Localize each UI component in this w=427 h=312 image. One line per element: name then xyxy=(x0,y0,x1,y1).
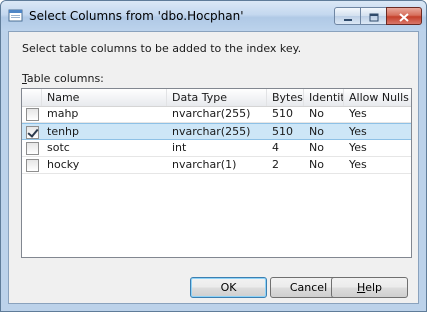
header-allow-nulls[interactable]: Allow Nulls xyxy=(344,89,411,106)
table-columns-grid[interactable]: Name Data Type Bytes Identity Allow Null… xyxy=(21,88,412,258)
ok-button[interactable]: OK xyxy=(190,277,267,298)
cell-bytes: 510 xyxy=(272,107,293,120)
cell-name: mahp xyxy=(47,107,79,120)
minimize-button[interactable] xyxy=(334,7,361,25)
cell-identity: No xyxy=(309,141,324,154)
dialog-icon xyxy=(8,8,23,23)
cell-name: tenhp xyxy=(47,125,80,138)
table-columns-label: Table columns: xyxy=(22,72,104,85)
help-label-rest: elp xyxy=(365,281,383,294)
header-bytes[interactable]: Bytes xyxy=(267,89,304,106)
minimize-icon xyxy=(343,7,353,26)
cell-data-type: nvarchar(255) xyxy=(172,107,251,120)
cell-bytes: 2 xyxy=(272,158,279,171)
dialog-body: Select table columns to be added to the … xyxy=(8,31,419,304)
cell-data-type: nvarchar(1) xyxy=(172,158,237,171)
close-button[interactable] xyxy=(386,7,422,25)
cell-bytes: 4 xyxy=(272,141,279,154)
help-access-key: H xyxy=(356,281,366,294)
row-checkbox[interactable] xyxy=(26,142,39,155)
row-checkbox[interactable] xyxy=(26,159,39,172)
cell-allow-nulls: Yes xyxy=(349,141,367,154)
cell-name: hocky xyxy=(47,158,80,171)
ok-button-label: OK xyxy=(220,281,237,294)
table-row[interactable]: tenhp nvarchar(255) 510 No Yes xyxy=(22,123,411,140)
instruction-text: Select table columns to be added to the … xyxy=(22,42,302,55)
cell-identity: No xyxy=(309,158,324,171)
table-row[interactable]: hocky nvarchar(1) 2 No Yes xyxy=(22,157,411,174)
header-name[interactable]: Name xyxy=(42,89,167,106)
grid-header: Name Data Type Bytes Identity Allow Null… xyxy=(22,89,411,107)
header-data-type[interactable]: Data Type xyxy=(167,89,267,106)
table-columns-label-rest: able columns: xyxy=(26,72,104,85)
cell-identity: No xyxy=(309,107,324,120)
row-checkbox[interactable] xyxy=(26,126,39,139)
maximize-button[interactable] xyxy=(360,7,387,25)
cell-data-type: int xyxy=(172,141,187,154)
help-button[interactable]: Help xyxy=(331,277,408,298)
cell-name: sotc xyxy=(47,141,70,154)
maximize-icon xyxy=(369,7,379,26)
close-icon xyxy=(399,7,409,26)
cell-allow-nulls: Yes xyxy=(349,158,367,171)
table-row[interactable]: mahp nvarchar(255) 510 No Yes xyxy=(22,106,411,123)
table-row[interactable]: sotc int 4 No Yes xyxy=(22,140,411,157)
title-bar[interactable]: Select Columns from 'dbo.Hocphan' xyxy=(1,1,426,31)
row-checkbox[interactable] xyxy=(26,108,39,121)
cell-bytes: 510 xyxy=(272,125,293,138)
cell-data-type: nvarchar(255) xyxy=(172,125,251,138)
cell-identity: No xyxy=(309,125,324,138)
dialog-window: Select Columns from 'dbo.Hocphan' Select… xyxy=(0,0,427,312)
cell-allow-nulls: Yes xyxy=(349,125,367,138)
window-title: Select Columns from 'dbo.Hocphan' xyxy=(29,9,244,23)
cancel-button-label: Cancel xyxy=(289,281,328,294)
help-button-label: Help xyxy=(357,278,382,297)
cell-allow-nulls: Yes xyxy=(349,107,367,120)
header-identity[interactable]: Identity xyxy=(304,89,344,106)
header-checkbox-column[interactable] xyxy=(22,89,42,106)
